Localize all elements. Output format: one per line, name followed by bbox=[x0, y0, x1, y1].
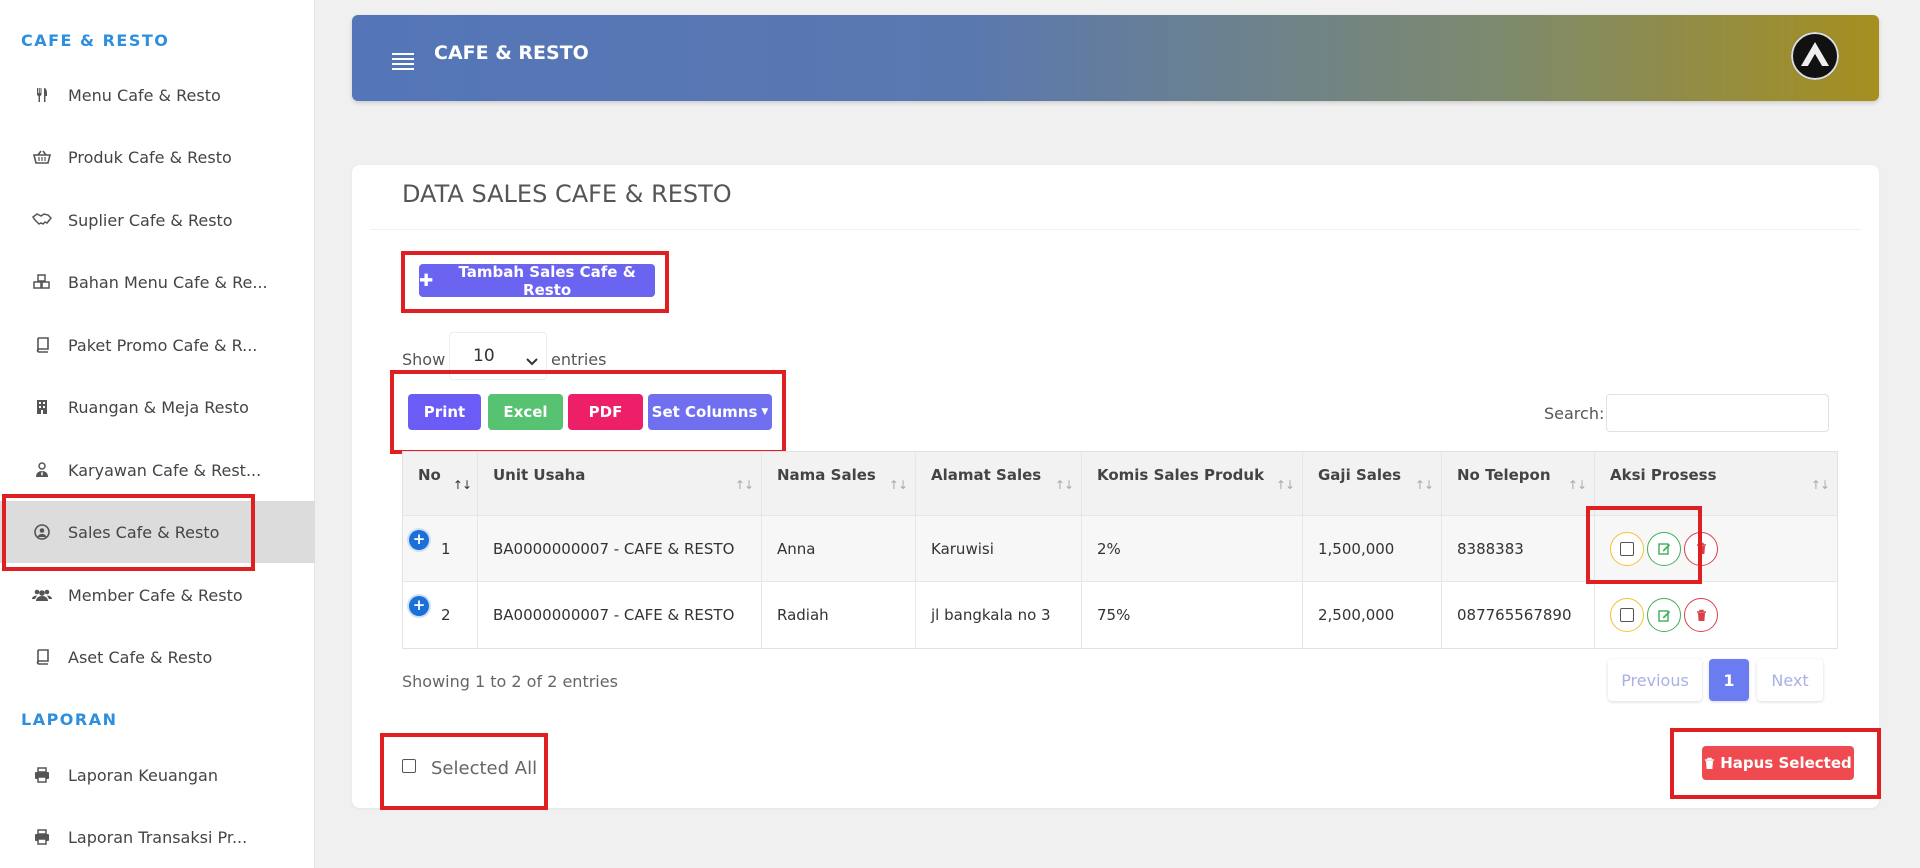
highlight-box bbox=[1670, 728, 1881, 799]
search-input[interactable] bbox=[1606, 394, 1829, 432]
sidebar-item-label: Paket Promo Cafe & R... bbox=[68, 335, 258, 355]
cell-telepon: 087765567890 bbox=[1442, 582, 1595, 648]
print-icon bbox=[32, 829, 52, 845]
sort-icon: ↑↓ bbox=[1275, 478, 1295, 492]
cell-nama: Anna bbox=[762, 516, 916, 581]
users-icon bbox=[32, 588, 52, 602]
book-icon bbox=[32, 337, 52, 353]
sidebar-item-label: Produk Cafe & Resto bbox=[68, 147, 232, 167]
checkbox-icon bbox=[1620, 608, 1634, 622]
top-header: CAFE & RESTO bbox=[352, 15, 1879, 101]
basket-icon bbox=[32, 149, 52, 165]
cell-alamat: jl bangkala no 3 bbox=[916, 582, 1082, 648]
delete-button[interactable] bbox=[1684, 598, 1718, 632]
sales-card: DATA SALES CAFE & RESTO ✚ Tambah Sales C… bbox=[352, 165, 1881, 810]
print-icon bbox=[32, 767, 52, 783]
sort-icon: ↑↓ bbox=[734, 478, 754, 492]
cell-unit: BA0000000007 - CAFE & RESTO bbox=[478, 582, 762, 648]
sort-icon: ↑↓ bbox=[452, 478, 472, 492]
expand-icon[interactable]: + bbox=[409, 596, 429, 616]
page-title: DATA SALES CAFE & RESTO bbox=[402, 180, 732, 208]
sidebar-item-laporan-transaksi[interactable]: Laporan Transaksi Pr... bbox=[0, 806, 315, 868]
menu-toggle-icon[interactable] bbox=[392, 53, 414, 73]
handshake-icon bbox=[32, 213, 52, 227]
pagination-previous[interactable]: Previous bbox=[1608, 659, 1702, 701]
section-title-cafe: CAFE & RESTO bbox=[21, 31, 170, 50]
show-label: Show bbox=[402, 350, 446, 369]
column-header-no[interactable]: No ↑↓ bbox=[403, 452, 478, 515]
column-header-telepon[interactable]: No Telepon ↑↓ bbox=[1442, 452, 1595, 515]
cell-no: + 2 bbox=[403, 582, 478, 648]
sidebar-item-suplier[interactable]: Suplier Cafe & Resto bbox=[0, 189, 315, 251]
cell-alamat: Karuwisi bbox=[916, 516, 1082, 581]
sidebar-item-label: Member Cafe & Resto bbox=[68, 585, 243, 605]
sidebar-item-produk[interactable]: Produk Cafe & Resto bbox=[0, 126, 315, 188]
pagination-next[interactable]: Next bbox=[1757, 659, 1823, 701]
sidebar-item-label: Karyawan Cafe & Rest... bbox=[68, 460, 262, 480]
book-icon bbox=[32, 649, 52, 665]
search-label: Search: bbox=[1544, 404, 1605, 423]
sidebar-item-label: Laporan Keuangan bbox=[68, 765, 218, 785]
entries-label: entries bbox=[551, 350, 607, 369]
cell-gaji: 2,500,000 bbox=[1303, 582, 1442, 648]
sidebar-item-member[interactable]: Member Cafe & Resto bbox=[0, 564, 315, 626]
sidebar-item-aset[interactable]: Aset Cafe & Resto bbox=[0, 626, 315, 688]
pagination-page-1[interactable]: 1 bbox=[1709, 659, 1749, 701]
header-title: CAFE & RESTO bbox=[434, 42, 589, 64]
expand-icon[interactable]: + bbox=[409, 530, 429, 550]
sort-icon: ↑↓ bbox=[1810, 478, 1830, 492]
sidebar-item-laporan-keuangan[interactable]: Laporan Keuangan bbox=[0, 744, 315, 806]
column-header-alamat[interactable]: Alamat Sales ↑↓ bbox=[916, 452, 1082, 515]
column-header-unit[interactable]: Unit Usaha ↑↓ bbox=[478, 452, 762, 515]
column-header-nama[interactable]: Nama Sales ↑↓ bbox=[762, 452, 916, 515]
cell-komisi: 75% bbox=[1082, 582, 1303, 648]
sidebar-item-label: Menu Cafe & Resto bbox=[68, 85, 221, 105]
sidebar: CAFE & RESTO Menu Cafe & Resto Produk Ca… bbox=[0, 0, 315, 868]
sidebar-item-label: Bahan Menu Cafe & Re... bbox=[68, 272, 268, 292]
sidebar-item-label: Ruangan & Meja Resto bbox=[68, 397, 249, 417]
avatar[interactable] bbox=[1791, 32, 1839, 80]
sidebar-item-label: Laporan Transaksi Pr... bbox=[68, 827, 248, 847]
column-header-gaji[interactable]: Gaji Sales ↑↓ bbox=[1303, 452, 1442, 515]
entries-value: 10 bbox=[473, 346, 495, 366]
cubes-icon bbox=[32, 274, 52, 290]
sidebar-item-karyawan[interactable]: Karyawan Cafe & Rest... bbox=[0, 439, 315, 501]
edit-icon bbox=[1657, 609, 1670, 622]
divider bbox=[370, 229, 1861, 230]
sort-icon: ↑↓ bbox=[1414, 478, 1434, 492]
chevron-down-icon bbox=[526, 351, 538, 371]
highlight-box bbox=[2, 494, 255, 571]
cell-aksi bbox=[1595, 582, 1837, 648]
sort-icon: ↑↓ bbox=[888, 478, 908, 492]
table-info: Showing 1 to 2 of 2 entries bbox=[402, 672, 618, 691]
sidebar-item-label: Suplier Cafe & Resto bbox=[68, 210, 233, 230]
highlight-box bbox=[1586, 506, 1702, 584]
edit-button[interactable] bbox=[1647, 598, 1681, 632]
highlight-box bbox=[390, 370, 786, 454]
utensils-icon bbox=[32, 87, 52, 103]
trash-icon bbox=[1696, 609, 1706, 621]
building-icon bbox=[32, 399, 52, 415]
sidebar-item-paket[interactable]: Paket Promo Cafe & R... bbox=[0, 314, 315, 376]
cell-telepon: 8388383 bbox=[1442, 516, 1595, 581]
cell-nama: Radiah bbox=[762, 582, 916, 648]
sidebar-item-label: Aset Cafe & Resto bbox=[68, 647, 213, 667]
sidebar-item-ruangan[interactable]: Ruangan & Meja Resto bbox=[0, 376, 315, 438]
sort-icon: ↑↓ bbox=[1054, 478, 1074, 492]
table-row: + 2 BA0000000007 - CAFE & RESTO Radiah j… bbox=[403, 582, 1837, 648]
sidebar-item-menu[interactable]: Menu Cafe & Resto bbox=[0, 64, 315, 126]
cell-komisi: 2% bbox=[1082, 516, 1303, 581]
row-select-checkbox[interactable] bbox=[1610, 598, 1644, 632]
sidebar-item-bahan[interactable]: Bahan Menu Cafe & Re... bbox=[0, 251, 315, 313]
section-title-laporan: LAPORAN bbox=[21, 710, 118, 729]
user-tie-icon bbox=[32, 462, 52, 478]
cell-unit: BA0000000007 - CAFE & RESTO bbox=[478, 516, 762, 581]
highlight-box bbox=[401, 251, 669, 313]
highlight-box bbox=[380, 733, 548, 810]
column-header-komisi[interactable]: Komis Sales Produk ↑↓ bbox=[1082, 452, 1303, 515]
sort-icon: ↑↓ bbox=[1567, 478, 1587, 492]
cell-no: + 1 bbox=[403, 516, 478, 581]
cell-gaji: 1,500,000 bbox=[1303, 516, 1442, 581]
